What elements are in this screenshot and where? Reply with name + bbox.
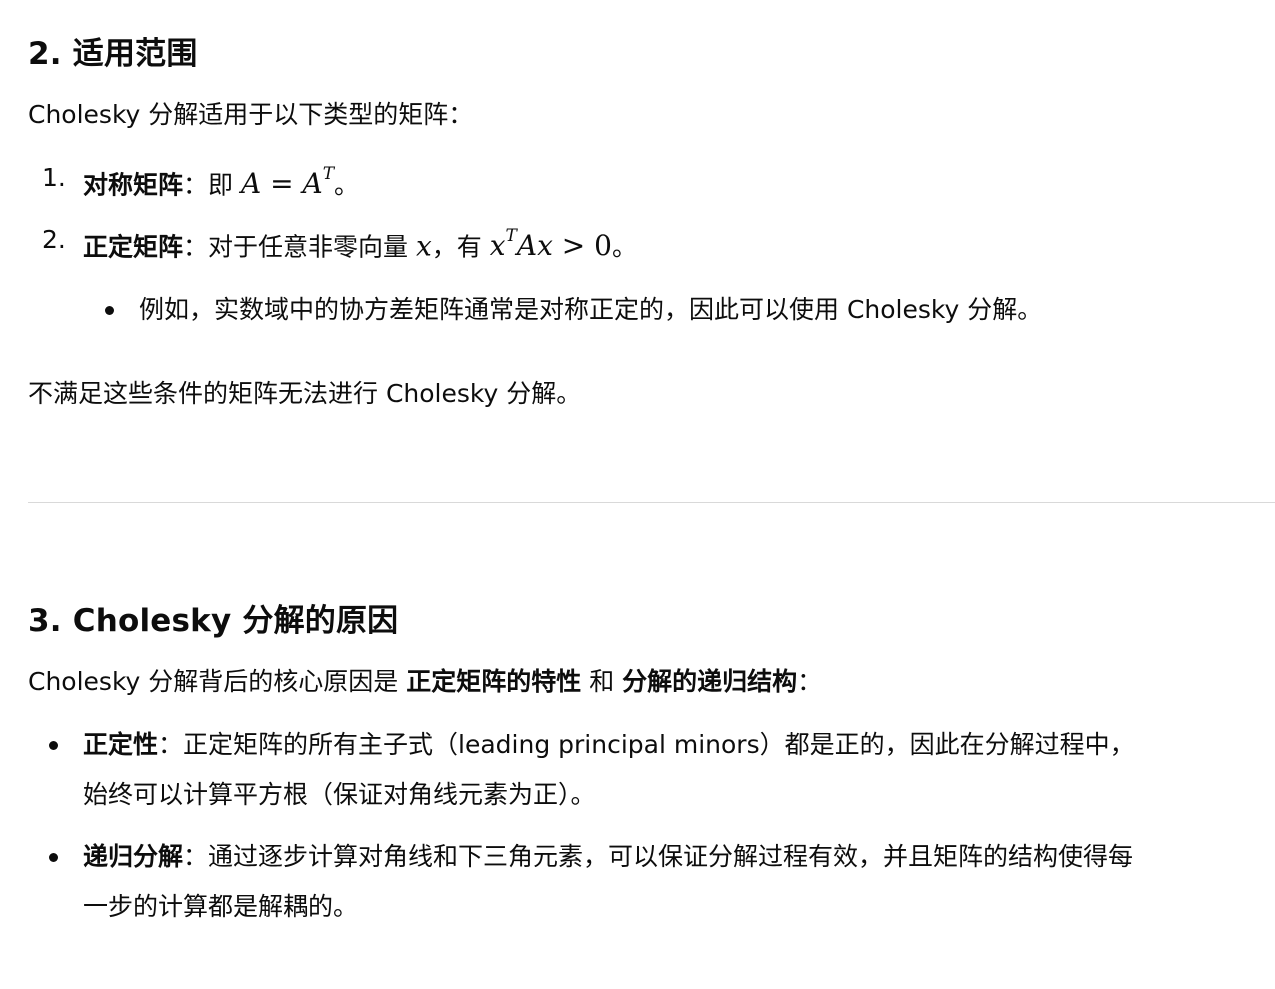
section-2-intro: Cholesky 分解适用于以下类型的矩阵：: [28, 100, 474, 129]
math-var-a-transpose: A: [302, 167, 323, 201]
item-2-formula: xTAx > 0: [489, 226, 612, 263]
intro-end: ：: [797, 667, 823, 696]
item-1-formula: A = AT: [240, 164, 335, 201]
math-zero: 0: [594, 229, 612, 263]
bullet-dot-icon: [49, 741, 58, 750]
bullet-1-text: ：正定矩阵的所有主子式（leading principal minors）都是正…: [158, 730, 1135, 759]
section-2-heading: 2. 适用范围: [28, 36, 198, 72]
intro-and: 和: [581, 667, 623, 696]
math-superscript-t: T: [505, 226, 517, 246]
intro-text-a: Cholesky 分解背后的核心原因是: [28, 667, 407, 696]
math-var-a: A: [240, 167, 262, 201]
section-divider: [28, 502, 1275, 503]
item-1-number: 1.: [42, 163, 66, 192]
bullet-dot-icon: [49, 853, 58, 862]
sub-bullet-text: 例如，实数域中的协方差矩阵通常是对称正定的，因此可以使用 Cholesky 分解…: [139, 295, 1043, 324]
math-greater-than: >: [552, 229, 595, 263]
bullet-dot-icon: [105, 306, 114, 315]
item-2-mid: ，有: [431, 232, 490, 262]
item-2-text: ：对于任意非零向量: [183, 232, 416, 262]
bullet-2-line-2: 一步的计算都是解耦的。: [83, 892, 359, 921]
math-ax: Ax: [516, 229, 553, 263]
item-2-tail: 。: [611, 232, 637, 262]
bullet-1-line-1: 正定性：正定矩阵的所有主子式（leading principal minors）…: [83, 727, 1135, 763]
item-1-term: 对称矩阵: [83, 170, 184, 200]
bullet-2-term: 递归分解: [83, 842, 184, 871]
bullet-2-line-1: 递归分解：通过逐步计算对角线和下三角元素，可以保证分解过程有效，并且矩阵的结构使…: [83, 839, 1133, 875]
item-1-content: 对称矩阵：即 A = AT。: [83, 153, 359, 210]
bullet-2-text: ：通过逐步计算对角线和下三角元素，可以保证分解过程有效，并且矩阵的结构使得每: [183, 842, 1134, 871]
math-equals: =: [261, 167, 303, 201]
math-var-x2: x: [489, 229, 506, 263]
item-1-tail: 。: [334, 170, 360, 200]
intro-bold-1: 正定矩阵的特性: [406, 667, 582, 696]
section-3-intro: Cholesky 分解背后的核心原因是 正定矩阵的特性 和 分解的递归结构：: [28, 664, 822, 700]
section-3-heading: 3. Cholesky 分解的原因: [28, 603, 399, 639]
math-superscript-t: T: [322, 164, 335, 184]
section-2-closing: 不满足这些条件的矩阵无法进行 Cholesky 分解。: [28, 379, 582, 408]
intro-bold-2: 分解的递归结构: [622, 667, 798, 696]
bullet-1-term: 正定性: [83, 730, 159, 759]
math-var-x: x: [415, 229, 432, 263]
item-2-term: 正定矩阵: [83, 232, 184, 262]
item-2-content: 正定矩阵：对于任意非零向量 x，有 xTAx > 0。: [83, 215, 637, 272]
item-2-number: 2.: [42, 225, 66, 254]
bullet-1-line-2: 始终可以计算平方根（保证对角线元素为正）。: [83, 780, 596, 809]
item-1-text: ：即: [183, 170, 241, 200]
